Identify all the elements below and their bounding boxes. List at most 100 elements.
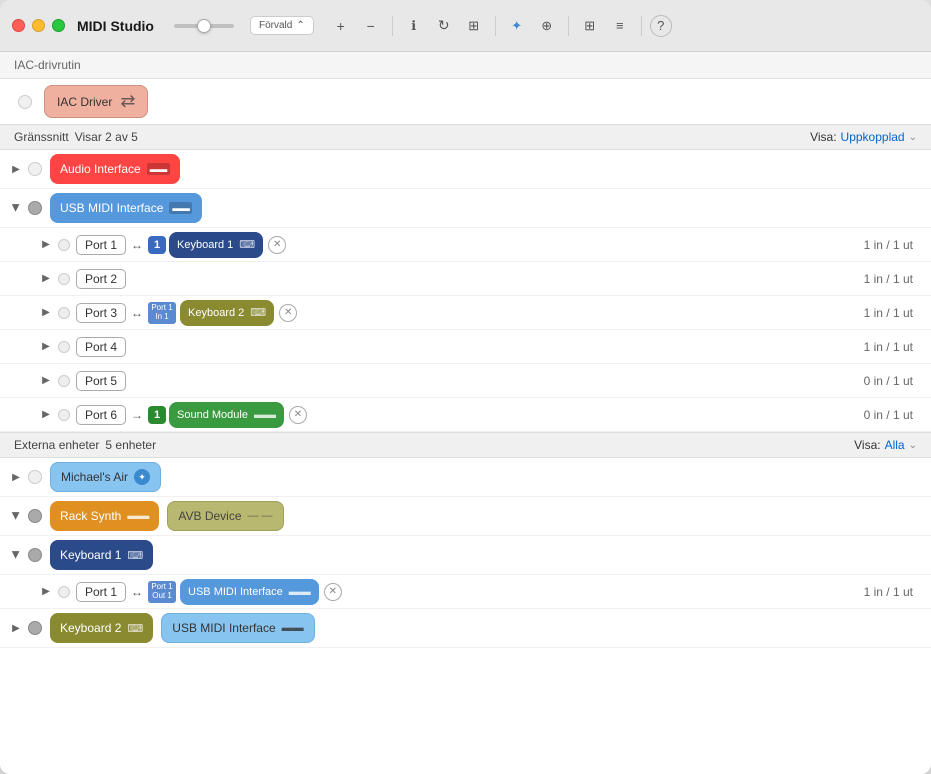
port1-badge: 1 xyxy=(148,236,166,254)
keyboard1-icon: ⌨ xyxy=(239,238,255,251)
sound-module-chip[interactable]: Sound Module ▬▬ xyxy=(169,402,284,428)
help-button[interactable]: ? xyxy=(650,15,672,37)
bluetooth-button[interactable]: ✦ xyxy=(504,13,530,39)
port6-label: Port 6 xyxy=(76,405,126,425)
list-view-button[interactable]: ≡ xyxy=(607,13,633,39)
piano-button[interactable]: ⊞ xyxy=(461,13,487,39)
ext-keyboard1-row: ▶ Keyboard 1 ⌨ xyxy=(0,536,931,575)
ext-keyboard2-row: ▶ Keyboard 2 ⌨ USB MIDI Interface ▬▬ xyxy=(0,609,931,648)
interface-show-selector[interactable]: Visa: Uppkopplad ⌄ xyxy=(810,130,917,144)
external-show-value[interactable]: Alla xyxy=(885,438,905,452)
ext-keyboard2-usb-chip[interactable]: USB MIDI Interface ▬▬ xyxy=(161,613,314,643)
rack-synth-label: Rack Synth xyxy=(60,509,121,523)
usb-midi-icon: ▬▬ xyxy=(169,202,192,214)
port1-label: Port 1 xyxy=(76,235,126,255)
ext-port1-stat: 1 in / 1 ut xyxy=(864,585,923,599)
keyboard1-chip[interactable]: Keyboard 1 ⌨ xyxy=(169,232,263,258)
michaels-air-label: Michael's Air xyxy=(61,470,128,484)
ext-port1-remove-button[interactable]: ✕ xyxy=(324,583,342,601)
port6-expand-button[interactable]: ▶ xyxy=(38,407,54,423)
port4-row: ▶ Port 4 1 in / 1 ut xyxy=(0,330,931,364)
avb-device-label: AVB Device xyxy=(178,509,241,523)
interface-label: Gränssnitt xyxy=(14,130,69,144)
external-subheader-left: Externa enheter 5 enheter xyxy=(14,438,156,452)
port1-arrow-icon: ↔ xyxy=(131,238,143,252)
ext-keyboard1-label: Keyboard 1 xyxy=(60,548,121,562)
port1-remove-button[interactable]: ✕ xyxy=(268,236,286,254)
port6-arrow-icon: → xyxy=(131,408,143,422)
audio-circle xyxy=(28,162,42,176)
ext-keyboard1-chip[interactable]: Keyboard 1 ⌨ xyxy=(50,540,153,570)
port4-expand-button[interactable]: ▶ xyxy=(38,339,54,355)
zoom-slider[interactable] xyxy=(174,24,234,28)
usb-midi-interface-row: ▶ USB MIDI Interface ▬▬ xyxy=(0,189,931,228)
remove-button[interactable]: − xyxy=(358,13,384,39)
external-show-selector[interactable]: Visa: Alla ⌄ xyxy=(854,438,917,452)
keyboard2-icon: ⌨ xyxy=(250,306,266,319)
ext-keyboard2-chip[interactable]: Keyboard 2 ⌨ xyxy=(50,613,153,643)
ext-usb-midi-icon: ▬▬ xyxy=(289,586,311,598)
keyboard2-label: Keyboard 2 xyxy=(188,307,244,319)
ext-port1-expand-button[interactable]: ▶ xyxy=(38,584,54,600)
keyboard2-chip[interactable]: Keyboard 2 ⌨ xyxy=(180,300,274,326)
port3-remove-button[interactable]: ✕ xyxy=(279,304,297,322)
michaels-air-expand-button[interactable]: ▶ xyxy=(8,469,24,485)
interface-subheader: Gränssnitt Visar 2 av 5 Visa: Uppkopplad… xyxy=(0,125,931,150)
port2-expand-button[interactable]: ▶ xyxy=(38,271,54,287)
audio-interface-row: ▶ Audio Interface ▬▬ xyxy=(0,150,931,189)
ext-usb-midi-label: USB MIDI Interface xyxy=(188,586,283,598)
port1-expand-button[interactable]: ▶ xyxy=(38,237,54,253)
usb-midi-interface-chip[interactable]: USB MIDI Interface ▬▬ xyxy=(50,193,202,223)
port4-label: Port 4 xyxy=(76,337,126,357)
interface-show-value[interactable]: Uppkopplad xyxy=(841,130,905,144)
port4-stat: 1 in / 1 ut xyxy=(864,340,923,354)
port6-circle xyxy=(58,409,70,421)
ext-keyboard1-expand-button[interactable]: ▶ xyxy=(8,547,24,563)
port3-expand-button[interactable]: ▶ xyxy=(38,305,54,321)
port6-remove-button[interactable]: ✕ xyxy=(289,406,307,424)
port3-circle xyxy=(58,307,70,319)
iac-circle xyxy=(18,95,32,109)
port6-row: ▶ Port 6 → 1 Sound Module ▬▬ ✕ 0 in / 1 … xyxy=(0,398,931,432)
audio-expand-button[interactable]: ▶ xyxy=(8,161,24,177)
ext-port1-badge: Port 1Out 1 xyxy=(148,581,176,603)
usb-circle xyxy=(28,201,42,215)
rack-synth-expand-button[interactable]: ▶ xyxy=(8,508,24,524)
sound-module-icon: ▬▬ xyxy=(254,409,276,421)
ext-keyboard2-usb-label: USB MIDI Interface xyxy=(172,621,275,635)
toolbar-separator-4 xyxy=(641,16,642,36)
sound-module-label: Sound Module xyxy=(177,409,248,421)
interface-subheader-left: Gränssnitt Visar 2 av 5 xyxy=(14,130,138,144)
minimize-button[interactable] xyxy=(32,19,45,32)
close-button[interactable] xyxy=(12,19,25,32)
preset-selector[interactable]: Förvald ⌃ xyxy=(250,16,314,35)
port3-stat: 1 in / 1 ut xyxy=(864,306,923,320)
avb-device-chip[interactable]: AVB Device — — xyxy=(167,501,283,531)
external-chevron-icon: ⌄ xyxy=(909,440,917,451)
usb-expand-button[interactable]: ▶ xyxy=(8,200,24,216)
ext-port1-label: Port 1 xyxy=(76,582,126,602)
port1-circle xyxy=(58,239,70,251)
ext-port1-row: ▶ Port 1 ↔ Port 1Out 1 USB MIDI Interfac… xyxy=(0,575,931,609)
add-button[interactable]: + xyxy=(328,13,354,39)
port5-expand-button[interactable]: ▶ xyxy=(38,373,54,389)
ext-usb-midi-chip[interactable]: USB MIDI Interface ▬▬ xyxy=(180,579,319,605)
rack-synth-chip[interactable]: Rack Synth ▬▬ xyxy=(50,501,159,531)
iac-driver-chip[interactable]: IAC Driver ⇄ xyxy=(44,85,148,118)
toolbar: Förvald ⌃ + − ℹ ↻ ⊞ ✦ ⊕ ⊞ ≡ ? xyxy=(174,13,919,39)
port3-arrow-icon: ↔ xyxy=(131,306,143,320)
michaels-air-chip[interactable]: Michael's Air ✦ xyxy=(50,462,161,492)
globe-button[interactable]: ⊕ xyxy=(534,13,560,39)
audio-interface-chip[interactable]: Audio Interface ▬▬ xyxy=(50,154,180,184)
sync-button[interactable]: ↻ xyxy=(431,13,457,39)
maximize-button[interactable] xyxy=(52,19,65,32)
ext-keyboard1-icon: ⌨ xyxy=(127,549,143,562)
interface-showing: Visar 2 av 5 xyxy=(75,130,138,144)
info-button[interactable]: ℹ xyxy=(401,13,427,39)
grid-view-button[interactable]: ⊞ xyxy=(577,13,603,39)
main-window: MIDI Studio Förvald ⌃ + − ℹ ↻ ⊞ ✦ ⊕ xyxy=(0,0,931,774)
port2-row: ▶ Port 2 1 in / 1 ut xyxy=(0,262,931,296)
ext-keyboard2-expand-button[interactable]: ▶ xyxy=(8,620,24,636)
toolbar-separator-1 xyxy=(392,16,393,36)
app-title: MIDI Studio xyxy=(77,18,154,34)
